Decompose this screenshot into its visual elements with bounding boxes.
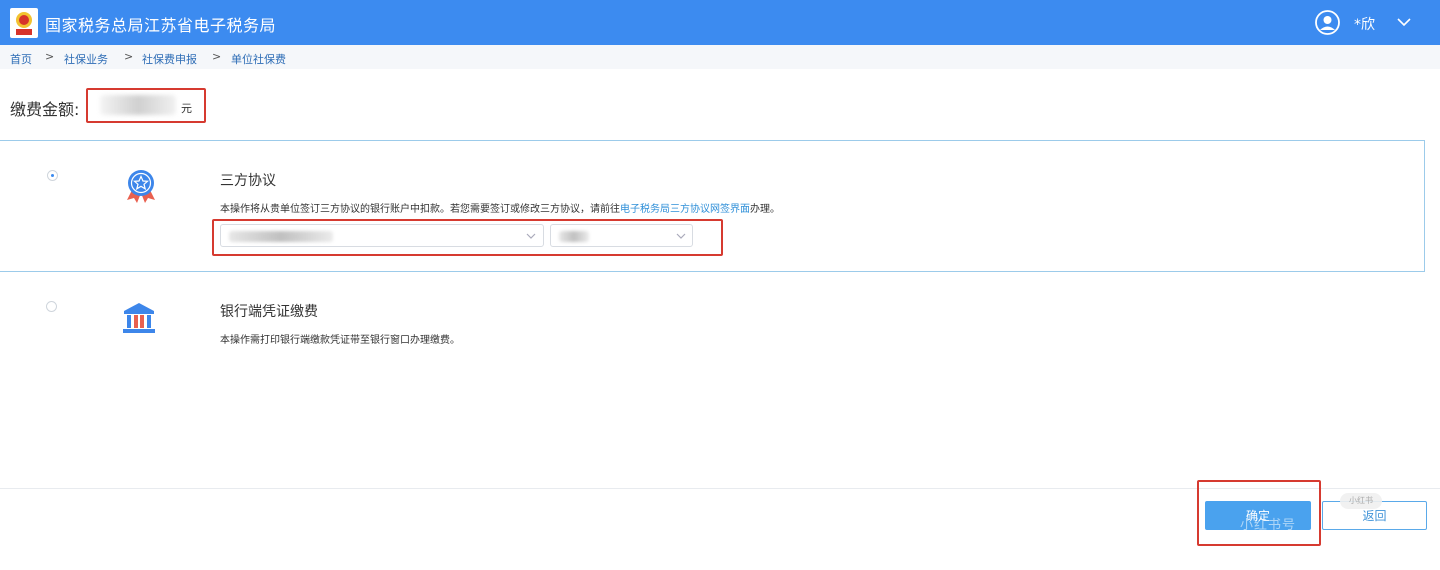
- breadcrumb-social-insurance[interactable]: 社保业务: [64, 51, 108, 67]
- breadcrumb-current: 单位社保费: [231, 53, 286, 66]
- option-description: 本操作需打印银行端缴款凭证带至银行窗口办理缴费。: [220, 335, 460, 346]
- user-avatar-icon[interactable]: [1315, 10, 1340, 35]
- chevron-down-icon: [526, 233, 536, 239]
- amount-value-redacted: [100, 95, 176, 115]
- breadcrumb: 首页 > 社保业务 > 社保费申报 > 单位社保费: [0, 45, 1440, 69]
- award-badge-icon: [127, 170, 155, 203]
- option-description: 本操作将从贵单位签订三方协议的银行账户中扣款。若您需要签订或修改三方协议，请前往…: [220, 200, 780, 215]
- agreement-signing-link[interactable]: 电子税务局三方协议网签界面: [620, 204, 750, 215]
- radio-three-party[interactable]: [47, 170, 58, 181]
- bank-building-icon: [123, 303, 155, 333]
- description-text: 办理。: [750, 204, 780, 215]
- amount-label: 缴费金额:: [10, 100, 80, 119]
- chevron-down-icon[interactable]: [1396, 14, 1412, 30]
- divider: [0, 488, 1440, 489]
- breadcrumb-separator: >: [124, 50, 134, 63]
- confirm-button[interactable]: 确定: [1205, 501, 1311, 530]
- bank-account-select[interactable]: [220, 224, 544, 247]
- breadcrumb-declaration[interactable]: 社保费申报: [142, 51, 197, 67]
- chevron-down-icon: [676, 233, 686, 239]
- user-name[interactable]: *欣: [1354, 14, 1375, 34]
- description-text: 本操作将从贵单位签订三方协议的银行账户中扣款。若您需要签订或修改三方协议，请前往: [220, 204, 620, 215]
- agreement-number-select[interactable]: [550, 224, 693, 247]
- breadcrumb-separator: >: [212, 50, 222, 63]
- breadcrumb-home[interactable]: 首页: [10, 51, 32, 67]
- option-title: 银行端凭证缴费: [220, 304, 318, 320]
- option-title: 三方协议: [220, 173, 276, 189]
- breadcrumb-separator: >: [45, 50, 55, 63]
- option-bank-voucher[interactable]: [0, 285, 1440, 365]
- watermark-badge: 小红书: [1340, 493, 1382, 509]
- radio-bank-voucher[interactable]: [46, 301, 57, 312]
- redacted-value: [229, 231, 333, 242]
- redacted-value: [559, 231, 589, 242]
- tax-emblem-icon: [10, 8, 38, 38]
- site-title[interactable]: 国家税务总局江苏省电子税务局: [45, 12, 276, 36]
- top-header: 国家税务总局江苏省电子税务局 *欣: [0, 0, 1440, 45]
- amount-unit: 元: [181, 102, 192, 115]
